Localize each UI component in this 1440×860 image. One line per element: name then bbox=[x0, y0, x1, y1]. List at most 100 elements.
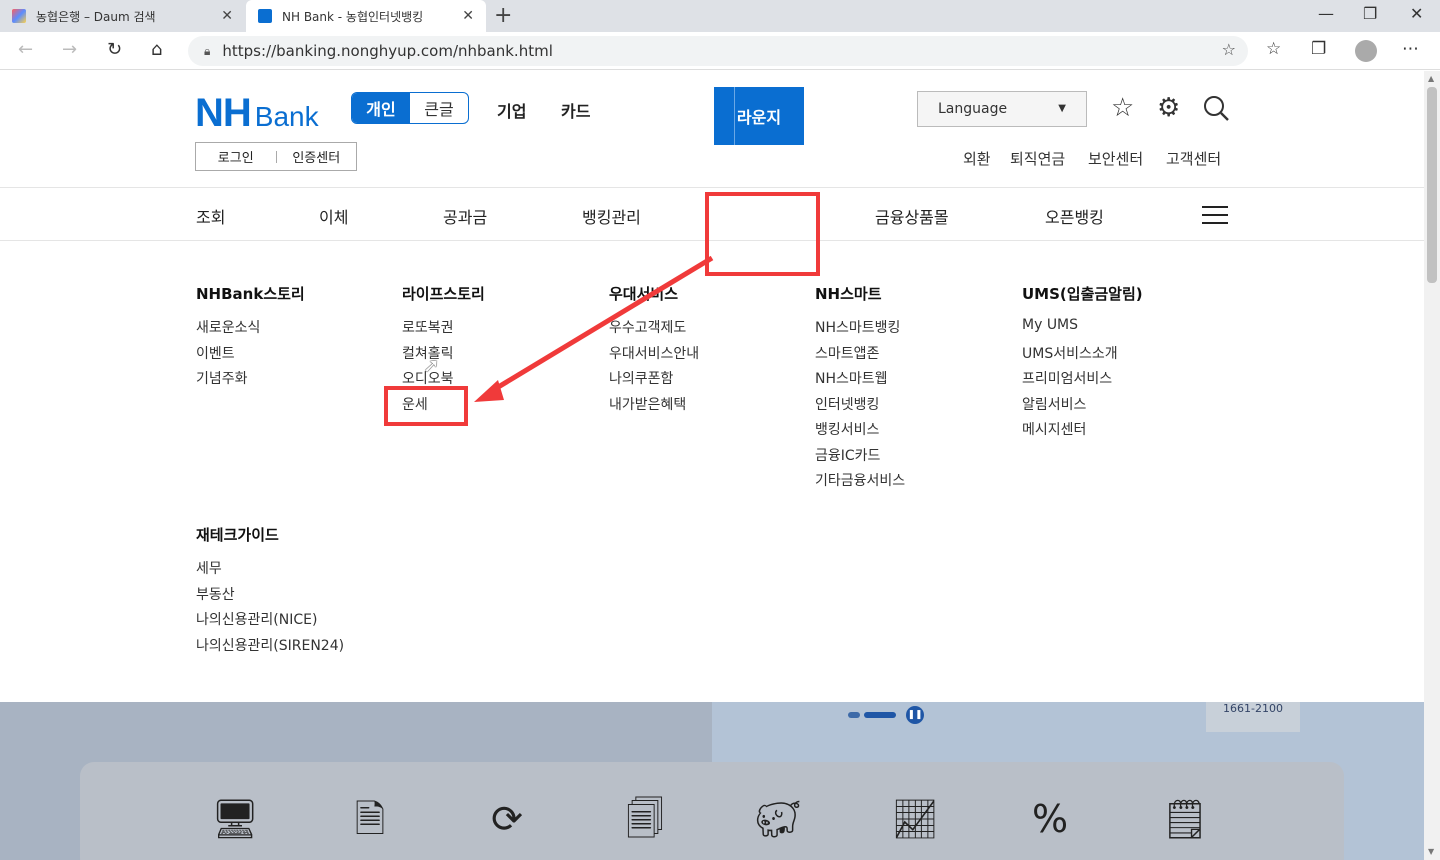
login-link[interactable]: 로그인 bbox=[196, 147, 276, 166]
collections-icon[interactable]: ❐ bbox=[1311, 39, 1326, 59]
mega-item[interactable]: 뱅킹서비스 bbox=[815, 419, 905, 445]
mega-col-nhbank-story: NHBank스토리 새로운소식 이벤트 기념주화 bbox=[196, 283, 305, 394]
mega-item[interactable]: My UMS bbox=[1022, 317, 1143, 343]
gnb-inquiry[interactable]: 조회 bbox=[196, 204, 225, 228]
gnb-transfer[interactable]: 이체 bbox=[319, 204, 348, 228]
gnb-products-mall[interactable]: 금융상품몰 bbox=[875, 204, 949, 228]
mega-col-title[interactable]: UMS(입출금알림) bbox=[1022, 283, 1143, 304]
top-menu-card[interactable]: 카드 bbox=[561, 98, 590, 122]
mega-item[interactable]: 기념주화 bbox=[196, 368, 305, 394]
mega-item[interactable]: 기타금융서비스 bbox=[815, 470, 905, 496]
mega-col-title[interactable]: 재테크가이드 bbox=[196, 524, 344, 545]
restore-button[interactable]: ❐ bbox=[1363, 4, 1377, 23]
mega-item[interactable]: 우대서비스안내 bbox=[609, 343, 699, 369]
carousel-dot-active[interactable] bbox=[864, 712, 896, 718]
language-select[interactable]: Language ▼ bbox=[917, 91, 1087, 127]
mega-item[interactable]: 로또복권 bbox=[402, 317, 485, 343]
mega-item[interactable]: 금융IC카드 bbox=[815, 445, 905, 471]
mega-item[interactable]: 인터넷뱅킹 bbox=[815, 394, 905, 420]
more-menu-icon[interactable]: ⋯ bbox=[1402, 39, 1419, 59]
mega-col-title[interactable]: NH스마트 bbox=[815, 283, 905, 304]
mega-col-nh-smart: NH스마트 NH스마트뱅킹 스마트앱존 NH스마트웹 인터넷뱅킹 뱅킹서비스 금… bbox=[815, 283, 905, 496]
carousel-dot[interactable] bbox=[848, 712, 860, 718]
mega-item[interactable]: 부동산 bbox=[196, 584, 344, 610]
carousel-indicator: ❚❚ bbox=[848, 706, 924, 724]
cert-center-link[interactable]: 인증센터 bbox=[277, 147, 357, 166]
scroll-up-arrow-icon[interactable]: ▲ bbox=[1428, 74, 1434, 83]
mega-item[interactable]: 새로운소식 bbox=[196, 317, 305, 343]
close-window-button[interactable]: ✕ bbox=[1410, 4, 1423, 23]
favorites-icon[interactable]: ☆ bbox=[1266, 39, 1281, 59]
gnb-lounge[interactable]: 라운지 bbox=[714, 87, 804, 145]
vertical-scrollbar[interactable]: ▲ ▼ bbox=[1424, 71, 1440, 860]
mega-item[interactable]: 나의신용관리(NICE) bbox=[196, 609, 344, 635]
address-bar[interactable]: 🔒︎ https://banking.nonghyup.com/nhbank.h… bbox=[188, 36, 1248, 66]
nhbank-logo[interactable]: NH Bank bbox=[195, 91, 319, 136]
page-content: NH Bank 개인 큰글 기업 카드 Language ▼ ☆ ⚙ 로그인 인… bbox=[0, 71, 1424, 860]
util-link-pension[interactable]: 퇴직연금 bbox=[1010, 148, 1065, 169]
mega-item[interactable]: 나의신용관리(SIREN24) bbox=[196, 635, 344, 661]
growth-chart-icon[interactable]: 📈︎ bbox=[890, 794, 940, 844]
favorite-star-icon[interactable]: ☆ bbox=[1111, 93, 1134, 123]
top-menu-business[interactable]: 기업 bbox=[497, 98, 526, 122]
close-tab-icon[interactable]: ✕ bbox=[221, 8, 233, 24]
profile-avatar[interactable] bbox=[1355, 40, 1377, 62]
settings-gear-icon[interactable]: ⚙ bbox=[1157, 93, 1180, 123]
mega-item[interactable]: 나의쿠폰함 bbox=[609, 368, 699, 394]
back-arrow-icon[interactable]: ← bbox=[18, 39, 33, 60]
mega-item[interactable]: 내가받은혜택 bbox=[609, 394, 699, 420]
exchange-won-icon[interactable]: ⟳ bbox=[482, 794, 532, 844]
mega-item[interactable]: UMS서비스소개 bbox=[1022, 343, 1143, 369]
browser-tab-nhbank[interactable]: NH Bank - 농협인터넷뱅킹 ✕ bbox=[246, 0, 486, 32]
percent-icon[interactable]: % bbox=[1025, 794, 1075, 844]
forward-arrow-icon[interactable]: → bbox=[62, 39, 77, 60]
large-text-banking-icon[interactable]: 🖥︎ bbox=[210, 794, 260, 844]
pause-icon[interactable]: ❚❚ bbox=[906, 706, 924, 724]
mega-item[interactable]: 컬쳐홀릭 bbox=[402, 343, 485, 369]
hamburger-menu-icon[interactable] bbox=[1202, 206, 1228, 226]
home-icon[interactable]: ⌂ bbox=[151, 39, 162, 60]
search-document-icon[interactable]: 🗐 bbox=[620, 794, 670, 844]
logo-bank: Bank bbox=[254, 101, 319, 132]
gnb-lounge-label: 라운지 bbox=[736, 108, 782, 127]
main-visual-area: ❚❚ 1661-2100 🖥︎ 🗎 ⟳ 🗐 🐖︎ 📈︎ % 🗒︎ bbox=[0, 702, 1424, 860]
scroll-thumb[interactable] bbox=[1427, 87, 1437, 283]
minimize-button[interactable]: — bbox=[1318, 4, 1334, 23]
personal-largetext-toggle: 개인 큰글 bbox=[351, 92, 469, 124]
util-link-customer[interactable]: 고객센터 bbox=[1166, 148, 1221, 169]
mega-item[interactable]: 우수고객제도 bbox=[609, 317, 699, 343]
tab-title: NH Bank - 농협인터넷뱅킹 bbox=[282, 9, 424, 24]
daum-favicon-icon bbox=[12, 9, 26, 23]
mega-item[interactable]: NH스마트웹 bbox=[815, 368, 905, 394]
gnb-utility-bill[interactable]: 공과금 bbox=[443, 204, 487, 228]
mega-item[interactable]: 알림서비스 bbox=[1022, 394, 1143, 420]
mega-col-finance-guide: 재테크가이드 세무 부동산 나의신용관리(NICE) 나의신용관리(SIREN2… bbox=[196, 524, 344, 660]
segment-large-text[interactable]: 큰글 bbox=[410, 93, 468, 123]
highlight-box-fortune bbox=[384, 386, 468, 426]
segment-personal[interactable]: 개인 bbox=[352, 93, 410, 123]
account-document-icon[interactable]: 🗎 bbox=[345, 794, 395, 844]
mega-col-title[interactable]: NHBank스토리 bbox=[196, 283, 305, 304]
scroll-down-arrow-icon[interactable]: ▼ bbox=[1428, 847, 1434, 856]
refresh-icon[interactable]: ↻ bbox=[107, 39, 122, 60]
browser-tab-daum[interactable]: 농협은행 – Daum 검색 ✕ bbox=[0, 0, 245, 32]
savings-piggy-icon[interactable]: 🐖︎ bbox=[753, 794, 803, 844]
search-list-icon[interactable]: 🗒︎ bbox=[1160, 794, 1210, 844]
mega-col-title[interactable]: 우대서비스 bbox=[609, 283, 699, 304]
new-tab-button[interactable]: + bbox=[494, 3, 512, 28]
login-box: 로그인 인증센터 bbox=[195, 142, 357, 171]
gnb-banking-mgmt[interactable]: 뱅킹관리 bbox=[582, 204, 641, 228]
mega-item[interactable]: 프리미엄서비스 bbox=[1022, 368, 1143, 394]
search-icon[interactable] bbox=[1202, 94, 1230, 128]
util-link-forex[interactable]: 외환 bbox=[963, 148, 991, 169]
close-tab-icon[interactable]: ✕ bbox=[462, 8, 474, 24]
mega-col-title[interactable]: 라이프스토리 bbox=[402, 283, 485, 304]
mega-item[interactable]: 세무 bbox=[196, 558, 344, 584]
mega-item[interactable]: NH스마트뱅킹 bbox=[815, 317, 905, 343]
mega-item[interactable]: 이벤트 bbox=[196, 343, 305, 369]
add-favorite-icon[interactable]: ☆ bbox=[1222, 40, 1236, 59]
gnb-open-banking[interactable]: 오픈뱅킹 bbox=[1045, 204, 1104, 228]
mega-item[interactable]: 스마트앱존 bbox=[815, 343, 905, 369]
mega-item[interactable]: 메시지센터 bbox=[1022, 419, 1143, 445]
util-link-security[interactable]: 보안센터 bbox=[1088, 148, 1143, 169]
